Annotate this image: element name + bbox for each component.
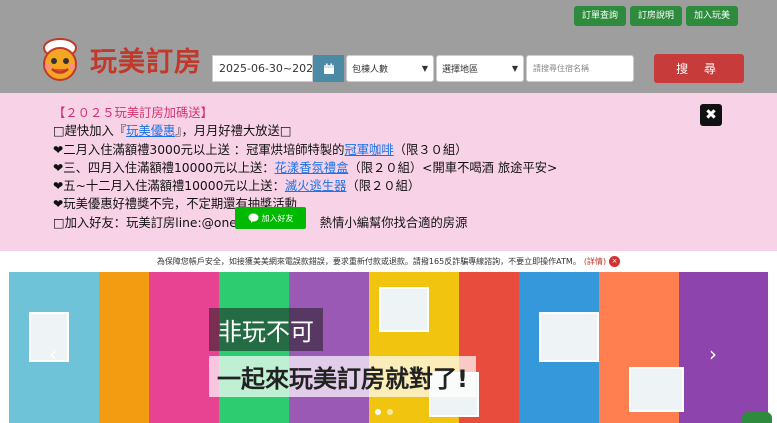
keyword-input[interactable]: 請搜尋住宿名稱 <box>526 55 634 82</box>
next-slide-button[interactable]: › <box>709 342 717 366</box>
line-add-friend-button[interactable]: 加入好友 <box>235 207 306 229</box>
fraud-notice: 為保障您帳戶安全，如接獲美美網來電誤款錯誤，要求重新付款或退款。請撥165反詐騙… <box>0 251 777 271</box>
building-window <box>539 312 599 362</box>
promo-panel: 【２０２５玩美訂房加碼送】 □趕快加入『玩美優惠』，月月好禮大放送□ ❤二月入住… <box>0 93 777 251</box>
promo-line-3-prefix: ❤三、四月入住滿額禮10000元以上送： <box>53 160 275 175</box>
people-select[interactable]: 包棟人數 ▼ <box>346 55 434 82</box>
promo-line-6-suffix: 熱情小編幫你找合適的房源 <box>319 215 468 230</box>
promo-line-6-prefix: □加入好友：玩美訂房line:@onem <box>53 215 249 230</box>
promo-title: 【２０２５玩美訂房加碼送】 <box>53 106 213 120</box>
hero-carousel[interactable]: 非玩不可 一起來玩美訂房就對了! ‹ › <box>9 272 768 423</box>
extinguisher-link[interactable]: 滅火逃生器 <box>285 179 347 193</box>
chevron-down-icon: ▼ <box>511 64 518 73</box>
promo-line-2-prefix: ❤二月入住滿額禮3000元以上送 ：冠軍烘培師特製的 <box>53 142 345 157</box>
search-bar: 2025-06-30~2025 包棟人數 ▼ 選擇地區 ▼ 請搜尋住宿名稱 <box>212 55 634 82</box>
prev-slide-button[interactable]: ‹ <box>49 342 57 366</box>
line-chat-icon <box>248 213 258 223</box>
line-button-label: 加入好友 <box>261 213 294 223</box>
vip-link[interactable]: 玩美優惠 <box>126 124 175 138</box>
booking-guide-link[interactable]: 訂房說明 <box>629 6 682 26</box>
gift-box-link[interactable]: 花漾香氛禮盒 <box>275 161 349 175</box>
promo-line-4-prefix: ❤五~十二月入住滿額禮10000元以上送： <box>53 179 285 194</box>
promo-line-1-prefix: □趕快加入『 <box>53 124 127 139</box>
logo-text: 玩美訂房 <box>90 46 202 78</box>
mascot-icon <box>34 36 86 82</box>
date-range-input[interactable]: 2025-06-30~2025 <box>212 55 313 82</box>
promo-line-2-suffix: （限３０組） <box>393 142 468 157</box>
banner-caption-1: 非玩不可 <box>209 308 323 351</box>
calendar-icon <box>323 63 334 74</box>
promo-line-2: ❤二月入住滿額禮3000元以上送 ：冠軍烘培師特製的冠軍咖啡（限３０組） <box>53 141 557 159</box>
region-select-label: 選擇地區 <box>442 65 479 75</box>
promo-line-3: ❤三、四月入住滿額禮10000元以上送：花漾香氛禮盒（限２０組）<開車不喝酒 旅… <box>53 159 557 177</box>
promo-line-1-suffix: 』，月月好禮大放送□ <box>175 124 292 139</box>
join-link[interactable]: 加入玩美 <box>685 6 738 26</box>
region-select[interactable]: 選擇地區 ▼ <box>436 55 524 82</box>
carousel-indicators <box>375 409 393 415</box>
chevron-down-icon: ▼ <box>421 64 428 73</box>
building-window <box>629 367 684 412</box>
notice-close-button[interactable]: × <box>609 255 621 267</box>
banner-caption-2: 一起來玩美訂房就對了! <box>209 356 476 397</box>
search-button[interactable]: 搜 尋 <box>654 54 744 83</box>
people-select-label: 包棟人數 <box>352 65 389 75</box>
keyword-placeholder: 請搜尋住宿名稱 <box>533 64 589 73</box>
promo-line-1: □趕快加入『玩美優惠』，月月好禮大放送□ <box>53 122 557 140</box>
top-nav: 訂單查詢 訂房說明 加入玩美 <box>573 6 738 26</box>
chat-widget-button[interactable] <box>742 412 772 423</box>
building-window <box>379 287 429 332</box>
carousel-dot[interactable] <box>375 409 381 415</box>
close-button[interactable]: ✖ <box>700 104 722 126</box>
promo-line-3-suffix: （限２０組）<開車不喝酒 旅途平安> <box>348 160 558 175</box>
coffee-link[interactable]: 冠軍咖啡 <box>344 143 393 157</box>
promo-line-4: ❤五~十二月入住滿額禮10000元以上送：滅火逃生器（限２０組） <box>53 177 557 195</box>
banner-bg <box>99 272 149 423</box>
carousel-dot[interactable] <box>387 409 393 415</box>
calendar-button[interactable] <box>313 55 344 82</box>
notice-text: 為保障您帳戶安全，如接獲美美網來電誤款錯誤，要求重新付款或退款。請撥165反詐騙… <box>156 256 581 266</box>
promo-line-4-suffix: （限２０組） <box>346 179 421 194</box>
date-range-value: 2025-06-30~2025 <box>219 62 313 75</box>
banner-bg <box>679 272 768 423</box>
notice-details-link[interactable]: (詳情) <box>584 256 606 267</box>
site-logo[interactable]: 玩美訂房 <box>34 36 202 82</box>
site-header: 訂單查詢 訂房說明 加入玩美 玩美訂房 2025-06-30~2025 包棟人數… <box>0 0 777 93</box>
order-query-link[interactable]: 訂單查詢 <box>573 6 626 26</box>
